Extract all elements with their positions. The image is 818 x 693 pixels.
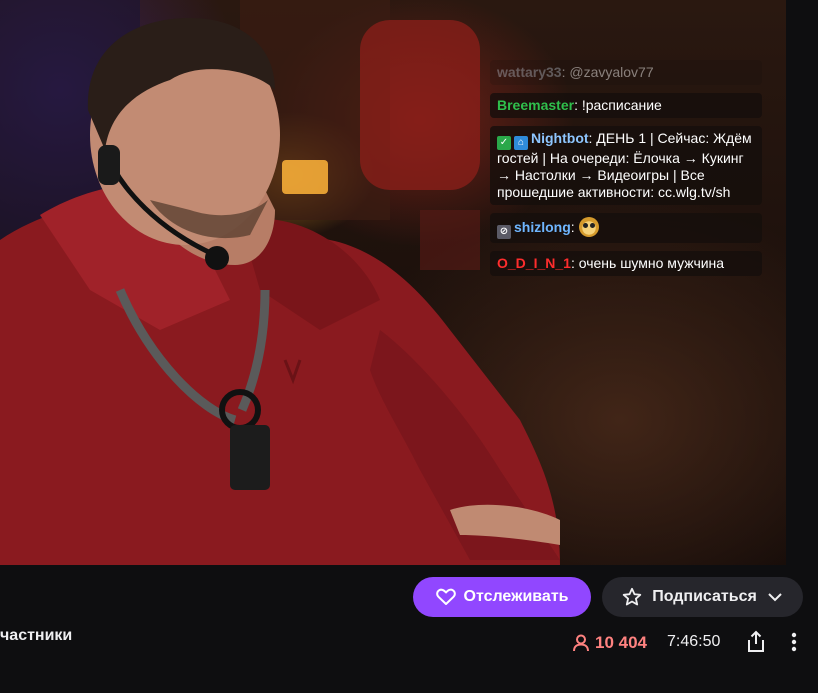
chat-username: wattary33 <box>497 64 562 80</box>
verified-badge-icon: ✓ <box>497 136 511 150</box>
viewer-count-value: 10 404 <box>595 633 647 652</box>
viewers-icon <box>571 633 591 653</box>
chat-text: : @zavyalov77 <box>561 64 654 80</box>
share-icon[interactable] <box>744 629 768 655</box>
viewer-count: 10 404 <box>571 633 647 653</box>
subscribe-label: Подписаться <box>652 588 757 605</box>
chat-message: ✓ ⌂ Nightbot: ДЕНЬ 1 | Сейчас: Ждём гостей… <box>490 126 762 205</box>
chat-text: : !расписание <box>574 97 662 113</box>
bot-badge-icon: ⌂ <box>514 136 528 150</box>
follow-label: Отслеживать <box>463 588 569 605</box>
chat-message: wattary33: @zavyalov77 <box>490 60 762 85</box>
heart-icon <box>435 588 456 606</box>
no-audio-badge-icon: ⊘ <box>497 225 511 239</box>
chat-message: ⊘ shizlong: <box>490 213 762 243</box>
chat-text: : очень шумно мужчина <box>570 255 725 271</box>
owl-emote-icon <box>578 217 599 237</box>
chat-username: Breemaster <box>497 97 575 113</box>
chat-message: O_D_I_N_1: очень шумно мужчина <box>490 251 762 276</box>
video-edge <box>786 0 818 565</box>
category-link[interactable]: частники <box>0 627 72 645</box>
subscribe-button[interactable]: Подписаться <box>602 577 803 617</box>
follow-button[interactable]: Отслеживать <box>413 577 591 617</box>
chevron-down-icon <box>767 592 783 602</box>
chat-username: shizlong <box>514 219 571 235</box>
stream-info-bar: Отслеживать Подписаться частники 10 404 … <box>0 565 818 693</box>
chat-text: : <box>570 219 575 235</box>
chat-message: Breemaster: !расписание <box>490 93 762 118</box>
chat-overlay: wattary33: @zavyalov77 Breemaster: !расп… <box>490 60 762 284</box>
video-player[interactable]: wattary33: @zavyalov77 Breemaster: !расп… <box>0 0 786 565</box>
star-icon <box>622 587 642 607</box>
more-icon[interactable] <box>786 629 802 655</box>
chat-username: Nightbot <box>531 130 589 146</box>
chat-username: O_D_I_N_1 <box>497 255 571 271</box>
stream-uptime: 7:46:50 <box>667 633 721 650</box>
